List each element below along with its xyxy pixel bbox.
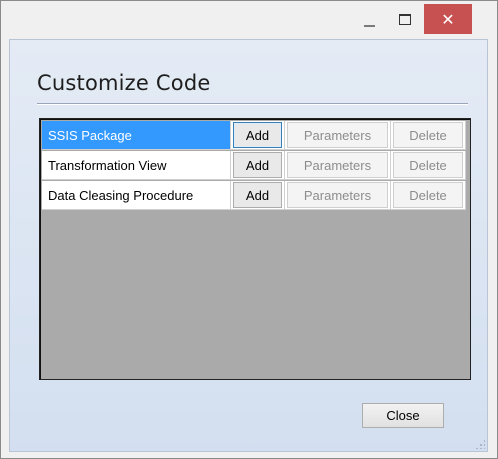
parameters-button[interactable]: Parameters xyxy=(287,182,388,208)
grid-row-0[interactable]: SSIS Package Add Parameters Delete xyxy=(42,121,466,150)
add-cell: Add xyxy=(231,121,285,150)
maximize-button[interactable] xyxy=(388,5,422,33)
delete-button[interactable]: Delete xyxy=(393,122,463,148)
title-divider xyxy=(37,103,468,104)
row-name-cell[interactable]: Data Cleasing Procedure xyxy=(42,181,231,210)
dialog-window: ✕ Customize Code SSIS Package Add Parame… xyxy=(0,0,498,459)
grid-row-1[interactable]: Transformation View Add Parameters Delet… xyxy=(42,151,466,180)
delete-button[interactable]: Delete xyxy=(393,182,463,208)
parameters-cell: Parameters xyxy=(285,121,391,150)
add-button[interactable]: Add xyxy=(233,152,282,178)
row-name-cell[interactable]: Transformation View xyxy=(42,151,231,180)
parameters-button[interactable]: Parameters xyxy=(287,152,388,178)
dialog-body: Customize Code SSIS Package Add Paramete… xyxy=(9,39,488,452)
code-items-grid[interactable]: SSIS Package Add Parameters Delete Trans… xyxy=(39,118,471,380)
grid-row-2[interactable]: Data Cleasing Procedure Add Parameters D… xyxy=(42,181,466,210)
parameters-cell: Parameters xyxy=(285,181,391,210)
parameters-button[interactable]: Parameters xyxy=(287,122,388,148)
title-bar[interactable]: ✕ xyxy=(1,1,497,39)
delete-cell: Delete xyxy=(391,181,466,210)
window-close-button[interactable]: ✕ xyxy=(424,4,472,34)
row-name-cell[interactable]: SSIS Package xyxy=(42,121,231,150)
add-button[interactable]: Add xyxy=(233,182,282,208)
page-title: Customize Code xyxy=(37,71,211,95)
close-icon: ✕ xyxy=(441,9,455,29)
delete-cell: Delete xyxy=(391,151,466,180)
parameters-cell: Parameters xyxy=(285,151,391,180)
maximize-icon xyxy=(399,13,411,25)
add-button[interactable]: Add xyxy=(233,122,282,148)
minimize-icon xyxy=(363,25,375,27)
close-button[interactable]: Close xyxy=(362,403,444,428)
minimize-button[interactable] xyxy=(351,5,387,33)
delete-button[interactable]: Delete xyxy=(393,152,463,178)
add-cell: Add xyxy=(231,181,285,210)
add-cell: Add xyxy=(231,151,285,180)
delete-cell: Delete xyxy=(391,121,466,150)
resize-grip-icon[interactable] xyxy=(475,439,485,449)
